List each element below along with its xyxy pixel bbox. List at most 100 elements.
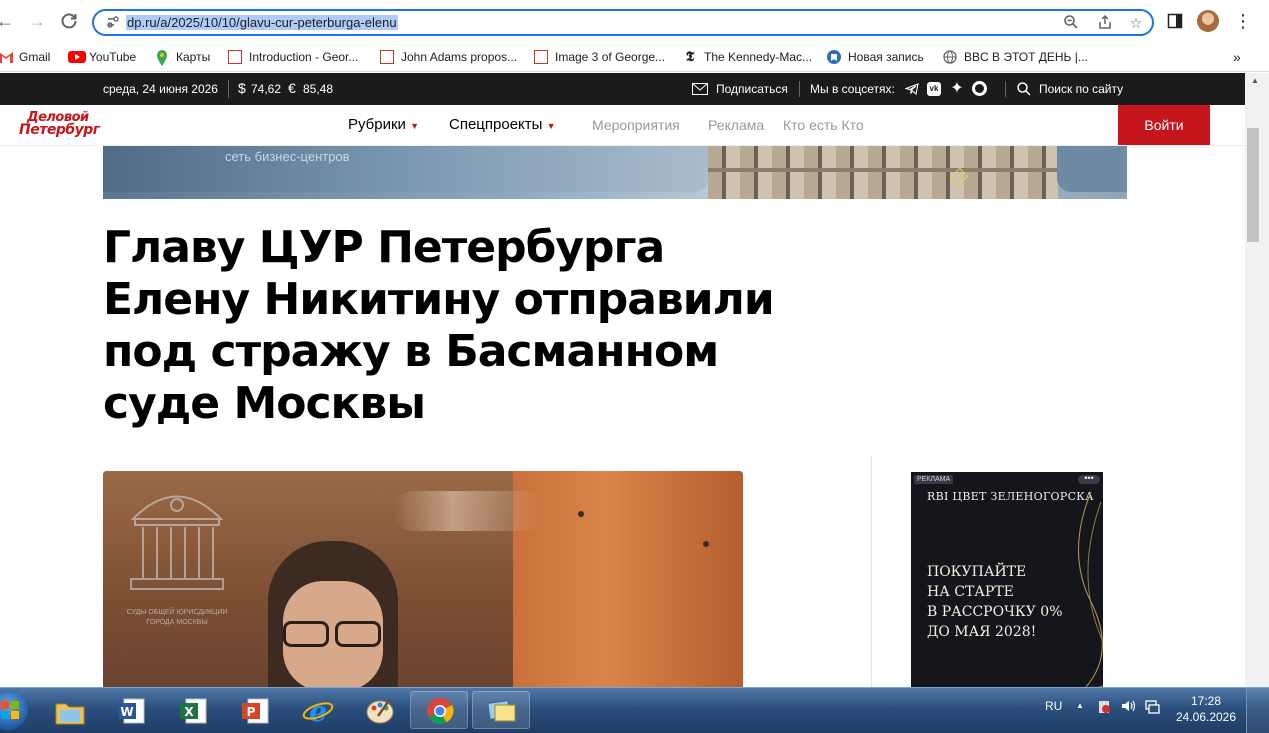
- mail-icon: [692, 83, 708, 95]
- svg-text:X: X: [184, 705, 194, 719]
- article-photo[interactable]: СУДЫ ОБЩЕЙ ЮРИСДИКЦИИ ГОРОДА МОСКВЫ: [103, 471, 743, 687]
- bookmark-image-3[interactable]: Image 3 of George...: [534, 47, 665, 67]
- glasses-right: [335, 621, 381, 647]
- menu-kebab-icon[interactable]: ⋮: [1234, 10, 1252, 32]
- browser-toolbar: ← → dp.ru/a/2025/10/10/glavu-cur-peterbu…: [0, 0, 1269, 44]
- windows-logo-icon: [1, 701, 19, 719]
- share-icon[interactable]: [1096, 14, 1114, 32]
- start-button[interactable]: [0, 690, 28, 730]
- language-indicator[interactable]: RU: [1045, 699, 1062, 713]
- nyt-icon: 𝕿: [685, 49, 695, 65]
- usd-symbol: $: [238, 80, 246, 96]
- address-bar[interactable]: dp.ru/a/2025/10/10/glavu-cur-peterburga-…: [92, 9, 1154, 36]
- divider: [799, 81, 800, 97]
- zoom-icon[interactable]: [1062, 14, 1080, 32]
- bookmark-bbc[interactable]: BBC В ЭТОТ ДЕНЬ |...: [943, 47, 1088, 67]
- volume-icon[interactable]: [1120, 698, 1136, 714]
- taskbar-chrome[interactable]: [410, 691, 468, 729]
- subscribe-link[interactable]: Подписаться: [716, 82, 788, 96]
- building-image: [708, 146, 1058, 199]
- powerpoint-icon: P: [242, 698, 269, 724]
- bookmarks-overflow-button[interactable]: »: [1233, 47, 1241, 67]
- bookmark-star-icon[interactable]: ☆: [1127, 14, 1145, 32]
- bookmark-introduction[interactable]: Introduction - Geor...: [228, 47, 358, 67]
- nav-special-projects[interactable]: Спецпроекты ▼: [449, 116, 556, 135]
- search-icon[interactable]: [1017, 82, 1031, 96]
- article-headline: Главу ЦУР Петербурга Елену Никитину отпр…: [103, 222, 775, 429]
- network-icon[interactable]: [1144, 699, 1160, 715]
- gmail-icon: [0, 50, 13, 64]
- action-center-icon[interactable]: [1097, 699, 1111, 715]
- taskbar-powerpoint[interactable]: P: [226, 691, 284, 729]
- taskbar-window[interactable]: [472, 691, 530, 729]
- reload-icon[interactable]: [58, 10, 80, 32]
- window-stack-icon: [487, 700, 516, 722]
- show-desktop-button[interactable]: [1246, 688, 1269, 733]
- login-button[interactable]: Войти: [1118, 105, 1210, 145]
- hand-silhouette: [393, 491, 543, 531]
- max-icon[interactable]: [972, 81, 987, 96]
- nav-who-is-who[interactable]: Кто есть Кто: [783, 116, 864, 134]
- windows-taskbar: W X P e RU ▲ 17:28 24.06.2026: [0, 687, 1269, 733]
- social-label: Мы в соцсетях:: [810, 82, 895, 96]
- page-icon: [228, 50, 242, 64]
- maps-icon: [155, 50, 169, 66]
- usd-rate: 74,62: [251, 82, 282, 96]
- taskbar-excel[interactable]: X: [164, 691, 222, 729]
- divider: [228, 80, 229, 98]
- site-info-icon[interactable]: [106, 15, 120, 29]
- taskbar-paint[interactable]: [350, 691, 408, 729]
- taskbar-explorer[interactable]: [40, 691, 98, 729]
- telegram-icon[interactable]: [904, 82, 919, 96]
- nav-rubrics[interactable]: Рубрики ▼: [348, 116, 419, 135]
- site-top-bar: среда, 24 июня 2026 $ 74,62 € 85,48 Подп…: [0, 73, 1245, 105]
- vk-icon[interactable]: vk: [927, 82, 941, 96]
- decor-lines: [1078, 492, 1103, 687]
- paint-palette-icon: [366, 698, 394, 724]
- top-banner-ad[interactable]: сеть бизнес-центров: [103, 146, 1127, 199]
- side-panel-icon[interactable]: [1167, 13, 1183, 29]
- bookmark-youtube[interactable]: YouTube: [68, 47, 136, 67]
- bookmark-new-post[interactable]: Новая запись: [827, 47, 924, 67]
- scrollbar-thumb[interactable]: [1247, 128, 1259, 242]
- more-options-icon[interactable]: •••: [1078, 474, 1100, 484]
- bookmark-kennedy[interactable]: 𝕿 The Kennedy-Mac...: [683, 47, 812, 67]
- eur-rate: 85,48: [303, 82, 334, 96]
- chrome-icon: [427, 698, 454, 725]
- tray-expand-icon[interactable]: ▲: [1076, 701, 1084, 710]
- divider: [1005, 81, 1006, 97]
- svg-text:e: e: [309, 696, 327, 726]
- taskbar-ie[interactable]: e: [288, 691, 346, 729]
- glasses-left: [283, 621, 329, 647]
- nav-advertising[interactable]: Реклама: [708, 116, 764, 134]
- svg-text:P: P: [247, 705, 256, 719]
- excel-icon: X: [180, 698, 207, 724]
- site-header: Деловой Петербург Рубрики ▼ Спецпроекты …: [0, 105, 1245, 146]
- site-search-link[interactable]: Поиск по сайту: [1039, 82, 1123, 96]
- forward-icon[interactable]: →: [26, 10, 48, 32]
- taskbar-word[interactable]: W: [102, 691, 160, 729]
- internet-explorer-icon: e: [302, 696, 334, 726]
- dzen-icon[interactable]: ✦: [950, 81, 964, 97]
- bookmark-gmail[interactable]: Gmail: [0, 47, 50, 67]
- door-panel: [513, 471, 743, 687]
- ad-offer: ПОКУПАЙТЕ НА СТАРТЕ В РАССРОЧКУ 0% ДО МА…: [927, 564, 1063, 640]
- profile-avatar[interactable]: [1197, 10, 1219, 32]
- bookmark-maps[interactable]: Карты: [155, 47, 210, 67]
- url-text[interactable]: dp.ru/a/2025/10/10/glavu-cur-peterburga-…: [126, 15, 398, 30]
- nav-events[interactable]: Мероприятия: [592, 116, 680, 134]
- sidebar-ad[interactable]: РЕКЛАМА ••• RBI ЦВЕТ ЗЕЛЕНОГОРСКА ПОКУПА…: [911, 472, 1103, 687]
- banner-panel: [103, 146, 708, 192]
- page-icon: [534, 50, 548, 64]
- svg-text:W: W: [120, 705, 133, 719]
- ad-tag: РЕКЛАМА: [914, 475, 954, 484]
- site-logo[interactable]: Деловой Петербург: [19, 111, 105, 140]
- back-icon[interactable]: ←: [0, 10, 16, 32]
- taskbar-clock[interactable]: 17:28 24.06.2026: [1168, 693, 1244, 725]
- youtube-icon: [68, 50, 86, 64]
- scroll-up-icon[interactable]: ▲: [1251, 76, 1259, 85]
- page-icon: [380, 50, 394, 64]
- banner-text: сеть бизнес-центров: [225, 149, 350, 164]
- bookmark-john-adams[interactable]: John Adams propos...: [380, 47, 517, 67]
- folder-icon: [55, 703, 85, 725]
